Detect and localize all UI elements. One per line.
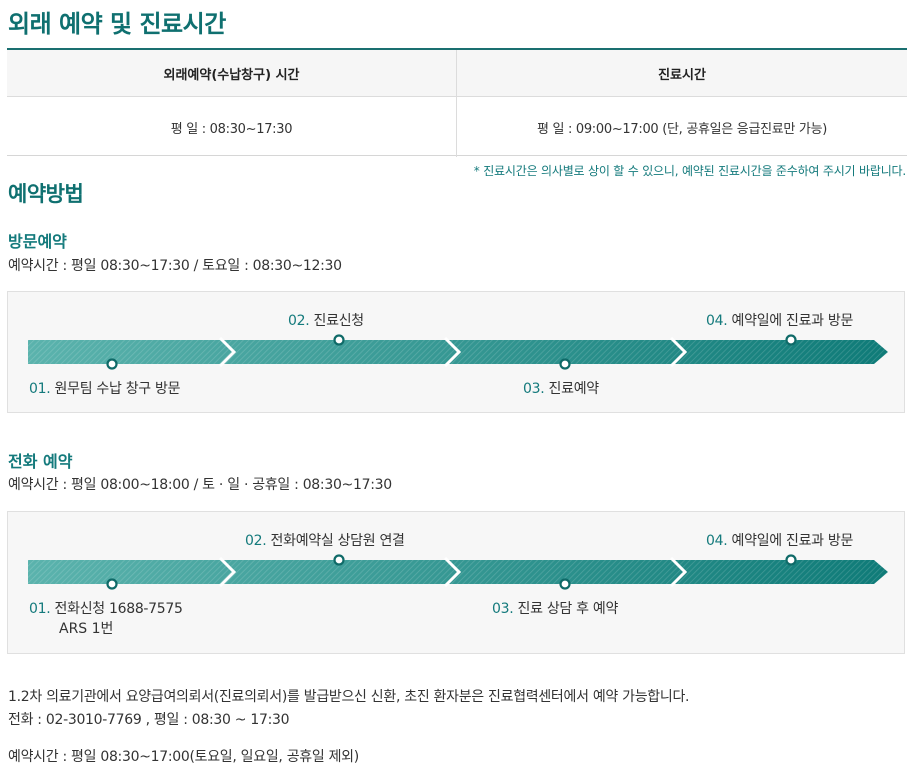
visit-flow-box: 01. 원무팀 수납 창구 방문 02. 진료신청 03. 진료예약 04. 예… xyxy=(7,291,905,413)
header-reservation-hours: 외래예약(수납창구) 시간 xyxy=(163,67,300,83)
hours-table: 외래예약(수납창구) 시간 진료시간 평 일 : 08:30~17:30 평 일… xyxy=(7,48,907,157)
referral-hours: 예약시간 : 평일 08:30~17:00(토요일, 일요일, 공휴일 제외) xyxy=(8,749,359,765)
phone-reservation-title: 전화 예약 xyxy=(8,452,73,471)
referral-text: 1.2차 의료기관에서 요양급여의뢰서(진료의뢰서)를 발급받으신 신환, 초진… xyxy=(8,689,690,705)
visit-reservation-title: 방문예약 xyxy=(8,232,67,251)
referral-phone: 전화 : 02-3010-7769 , 평일 : 08:30 ~ 17:30 xyxy=(8,712,290,728)
phone-reservation-hours: 예약시간 : 평일 08:00~18:00 / 토 · 일 · 공휴일 : 08… xyxy=(8,477,392,493)
page-title: 외래 예약 및 진료시간 xyxy=(8,10,226,38)
reservation-hours-value: 평 일 : 08:30~17:30 xyxy=(170,121,293,137)
visit-step-4: 04. 예약일에 진료과 방문 xyxy=(706,313,854,329)
phone-step-1-sub: ARS 1번 xyxy=(59,621,114,637)
phone-step-3: 03. 진료 상담 후 예약 xyxy=(492,601,619,617)
phone-step-1: 01. 전화신청 1688-7575 xyxy=(29,601,183,617)
visit-step-1: 01. 원무팀 수납 창구 방문 xyxy=(29,381,181,397)
phone-step-2: 02. 전화예약실 상담원 연결 xyxy=(245,533,405,549)
hours-table-header: 외래예약(수납창구) 시간 진료시간 xyxy=(7,50,907,97)
visit-step-2: 02. 진료신청 xyxy=(288,313,364,329)
header-clinic-hours: 진료시간 xyxy=(658,67,706,83)
phone-step-4: 04. 예약일에 진료과 방문 xyxy=(706,533,854,549)
phone-flow-box: 01. 전화신청 1688-7575 ARS 1번 02. 전화예약실 상담원 … xyxy=(7,511,905,654)
visit-reservation-hours: 예약시간 : 평일 08:30~17:30 / 토요일 : 08:30~12:3… xyxy=(8,258,342,274)
visit-step-3: 03. 진료예약 xyxy=(523,381,599,397)
clinic-hours-value: 평 일 : 09:00~17:00 (단, 공휴일은 응급진료만 가능) xyxy=(536,121,828,137)
hours-note: * 진료시간은 의사별로 상이 할 수 있으니, 예약된 진료시간을 준수하여 … xyxy=(473,164,906,178)
hours-table-row: 평 일 : 08:30~17:30 평 일 : 09:00~17:00 (단, … xyxy=(7,97,907,157)
reservation-method-title: 예약방법 xyxy=(8,182,84,206)
